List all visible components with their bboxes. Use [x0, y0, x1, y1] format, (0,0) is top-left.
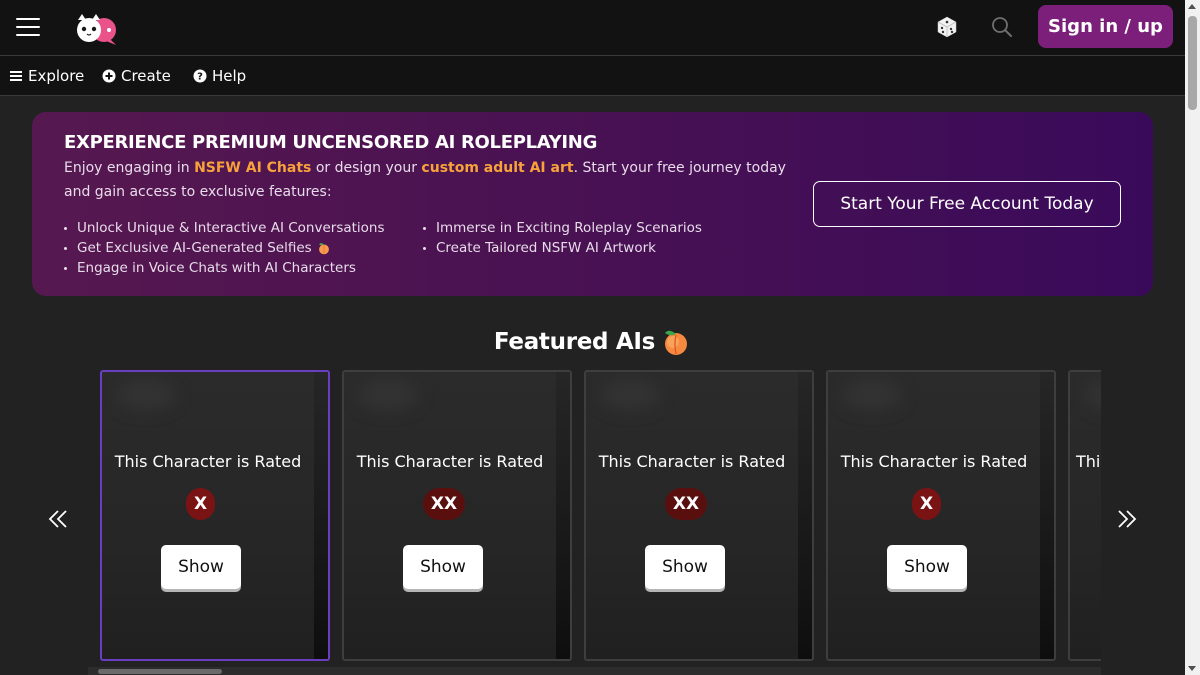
nav-explore-label: Explore — [28, 67, 85, 85]
promo-highlight-art: custom adult AI art — [421, 160, 574, 176]
question-circle-icon: ? — [193, 69, 207, 83]
svg-text:?: ? — [197, 72, 203, 83]
show-button[interactable]: Show — [887, 545, 967, 589]
character-card[interactable]: This Character is Rated XX Show — [584, 370, 814, 661]
feature-text: Immerse in Exciting Roleplay Scenarios — [436, 220, 702, 236]
nav-bar: Explore Create ? Help — [0, 56, 1185, 96]
rating-badge: XX — [665, 488, 707, 520]
character-card[interactable]: This Character is Rated X Show — [826, 370, 1056, 661]
plus-circle-icon — [102, 69, 116, 83]
show-button[interactable]: Show — [161, 545, 241, 589]
scroll-up-icon[interactable] — [1188, 4, 1196, 9]
card-rating-text: This Character is Rated — [598, 452, 786, 471]
promo-highlight-chats: NSFW AI Chats — [194, 160, 312, 176]
hamburger-menu-icon[interactable] — [16, 17, 40, 37]
character-card[interactable]: This Character is Rated X Show — [100, 370, 330, 661]
promo-description: Enjoy engaging in NSFW AI Chats or desig… — [64, 156, 804, 204]
promo-title: EXPERIENCE PREMIUM UNCENSORED AI ROLEPLA… — [64, 132, 598, 153]
feature-item: Create Tailored NSFW AI Artwork — [423, 240, 656, 256]
cat-chat-logo[interactable] — [72, 12, 120, 48]
feature-item: Get Exclusive AI-Generated Selfies — [64, 240, 331, 256]
feature-item: Engage in Voice Chats with AI Characters — [64, 260, 356, 276]
rating-badge: XX — [423, 488, 465, 520]
double-chevron-right-icon[interactable] — [1115, 507, 1139, 531]
card-rating-text: This Character is Rated — [840, 452, 1028, 471]
featured-section-title: Featured AIs — [0, 328, 1185, 356]
feature-text: Unlock Unique & Interactive AI Conversat… — [77, 220, 385, 236]
show-button[interactable]: Show — [645, 545, 725, 589]
carousel-scrollbar[interactable] — [88, 667, 1101, 675]
character-card[interactable]: This Character is Rated — [1068, 370, 1101, 661]
featured-title-text: Featured AIs — [493, 329, 656, 355]
nav-explore[interactable]: Explore — [9, 67, 84, 85]
feature-text: Get Exclusive AI-Generated Selfies — [77, 240, 312, 256]
feature-text: Create Tailored NSFW AI Artwork — [436, 240, 656, 256]
feature-item: Immerse in Exciting Roleplay Scenarios — [423, 220, 702, 236]
promo-desc-text: or design your — [311, 160, 422, 176]
card-rating-text: This Character is Rated — [1076, 452, 1101, 471]
feature-text: Engage in Voice Chats with AI Characters — [77, 260, 356, 276]
top-bar: Sign in / up — [0, 0, 1185, 56]
show-button[interactable]: Show — [403, 545, 483, 589]
start-free-account-button[interactable]: Start Your Free Account Today — [813, 181, 1121, 227]
rating-badge: X — [912, 488, 941, 520]
card-rating-text: This Character is Rated — [114, 452, 302, 471]
nav-help-label: Help — [212, 67, 247, 85]
feature-item: Unlock Unique & Interactive AI Conversat… — [64, 220, 385, 236]
page-scrollbar[interactable] — [1185, 0, 1200, 675]
featured-carousel[interactable]: This Character is Rated X Show This Char… — [88, 370, 1101, 662]
sign-in-button[interactable]: Sign in / up — [1038, 5, 1173, 48]
scroll-down-icon[interactable] — [1188, 666, 1196, 671]
peach-icon — [318, 243, 329, 255]
page-scrollbar-thumb[interactable] — [1188, 16, 1197, 110]
carousel-scrollbar-thumb[interactable] — [98, 669, 222, 674]
search-icon[interactable] — [990, 15, 1014, 39]
card-rating-text: This Character is Rated — [356, 452, 544, 471]
feature-list: Unlock Unique & Interactive AI Conversat… — [64, 220, 764, 284]
double-chevron-left-icon[interactable] — [46, 507, 70, 531]
dice-icon[interactable] — [935, 15, 959, 39]
promo-desc-text: Enjoy engaging in — [64, 160, 195, 176]
promo-banner: EXPERIENCE PREMIUM UNCENSORED AI ROLEPLA… — [32, 112, 1153, 296]
nav-create[interactable]: Create — [102, 67, 171, 85]
nav-create-label: Create — [121, 67, 171, 85]
character-card[interactable]: This Character is Rated XX Show — [342, 370, 572, 661]
nav-help[interactable]: ? Help — [193, 67, 246, 85]
rating-badge: X — [186, 488, 215, 520]
list-icon — [10, 71, 22, 81]
peach-icon — [665, 330, 688, 355]
